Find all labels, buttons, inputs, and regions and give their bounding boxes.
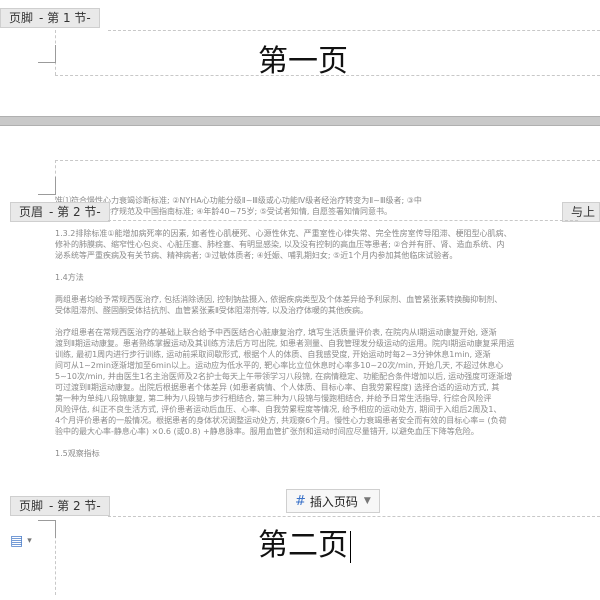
body-line: 泌系统等严重疾病及有关节病、精神病者; ③过敏体质者; ④妊娠、哺乳期妇女; ⑤… [55, 251, 458, 260]
chevron-down-icon: ▾ [27, 536, 32, 546]
page1-footer-tag[interactable]: 页脚 - 第 1 节- [0, 8, 100, 28]
body-line: 验中的最大心率-静息心率) ×0.6 (或0.8) +静息脉率。服用血管扩张剂和… [55, 427, 479, 436]
margin-corner-mark [38, 45, 56, 63]
footer-boundary-line [108, 516, 600, 517]
page2-footer-tag[interactable]: 页脚 - 第 2 节- [10, 496, 110, 516]
page2-footer-text[interactable]: 第二页 [258, 520, 351, 564]
body-line: 发现心力衰竭诊疗规范及中国指南标准; ④年龄40~75岁; ⑤受试者知情, 自愿… [55, 207, 392, 216]
footer-tag-section: - 第 1 节- [39, 11, 91, 25]
body-line: 受体阻滞剂、醛固酮受体拮抗剂、血管紧张素Ⅱ受体阻滞剂等, 以及治疗体暖的其他疾病… [55, 306, 369, 315]
body-line: 渡到Ⅱ期运动康复。患者熟练掌握运动及其训练方法后方可出院, 如患者测量、自我管理… [55, 339, 515, 348]
margin-corner-mark [38, 520, 56, 538]
chevron-down-icon: ▼ [363, 496, 371, 506]
page-separator [0, 116, 600, 126]
body-line: 治疗组患者在常规西医治疗的基础上联合给予中西医结合心脏康复治疗, 填写生活质量评… [55, 328, 497, 337]
body-line: 两组患者均给予常规西医治疗, 包括消除诱因, 控制钠盐摄入, 依据疾病类型及个体… [55, 295, 503, 304]
footer-tag-label: 页脚 [19, 499, 44, 513]
page-number-icon: # [295, 493, 306, 509]
header-tag-label: 页眉 [19, 205, 44, 219]
insert-page-number-button[interactable]: # 插入页码 ▼ [286, 489, 380, 513]
body-line: 准⑴符合慢性心力衰竭诊断标准; ②NYHA心功能分级Ⅱ~Ⅲ级或心功能Ⅳ级者经治疗… [55, 196, 422, 205]
body-line: 训练, 最初1周内进行步行训练, 运动前采取间歇形式, 根据个人的体质、自我感受… [55, 350, 491, 359]
page1-footer-text[interactable]: 第一页 [258, 36, 348, 80]
body-line: 1.5观察指标 [55, 449, 100, 458]
insert-page-number-label: 插入页码 [309, 494, 358, 509]
header-tag-section: - 第 2 节- [49, 205, 101, 219]
body-line: 1.4方法 [55, 273, 84, 282]
page2-header-tag[interactable]: 页眉 - 第 2 节- [10, 202, 110, 222]
body-line: 修补的肺膜病、缩窄性心包炎、心脏压塞、肺栓塞、有明显感染, 以及没有控制的高血压… [55, 240, 505, 249]
document-icon: ▤ [10, 533, 24, 549]
body-line: 间可从1~2min逐渐增加至6min以上。运动应为低水平的, 靶心率比立位休息时… [55, 361, 504, 370]
footer-tag-label: 页脚 [9, 11, 34, 25]
margin-guide [55, 160, 600, 161]
footer-boundary-line [108, 30, 600, 31]
body-line: 5~10次/min, 并由医生1名主治医师及2名护士每天上午带领学习八段锦, 在… [55, 372, 513, 381]
document-options-button[interactable]: ▤ ▾ [10, 533, 32, 549]
header-boundary-line [108, 220, 578, 221]
text-cursor [350, 531, 351, 563]
margin-corner-mark [38, 177, 56, 195]
body-line: 4个月评价患者的一般情况。根据患者的身体状况调整运动处方, 共观察6个月。慢性心… [55, 416, 507, 425]
document-body[interactable]: 准⑴符合慢性心力衰竭诊断标准; ②NYHA心功能分级Ⅱ~Ⅲ级或心功能Ⅳ级者经治疗… [55, 195, 600, 459]
body-line: 风险评估, 纠正不良生活方式, 评价患者运动后血压、心率、自我劳累程度等情况, … [55, 405, 502, 414]
document-canvas: 页脚 - 第 1 节- 第一页 准⑴符合慢性心力衰竭诊断标准; ②NYHA心功能… [0, 0, 600, 600]
link-to-previous-tag[interactable]: 与上 [561, 202, 600, 222]
footer-tag-section: - 第 2 节- [49, 499, 101, 513]
page2-footer-text-content: 第二页 [258, 528, 348, 563]
body-line: 1.3.2排除标准①能增加病死率的因素, 如者性心肌梗死、心源性休克、严重室性心… [55, 229, 512, 238]
body-line: 可过渡到Ⅱ期运动康复。出院后根据患者个体差异 (如患者病情、个人体质、目标心率、… [55, 383, 500, 392]
body-line: 第一种为单纯八段锦康复, 第二种为八段锦与步行相结合, 第三种为八段锦与慢跑相结… [55, 394, 492, 403]
